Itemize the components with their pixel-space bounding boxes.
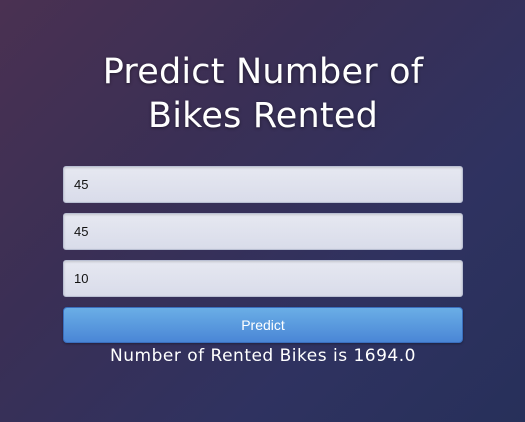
prediction-result: Number of Rented Bikes is 1694.0 — [110, 346, 416, 366]
prediction-form: Predict — [63, 166, 463, 343]
page-title: Predict Number of Bikes Rented — [102, 52, 424, 136]
predict-button[interactable]: Predict — [63, 307, 463, 343]
input-field-1[interactable] — [63, 166, 463, 203]
input-field-2[interactable] — [63, 213, 463, 250]
prediction-panel: Predict Number of Bikes Rented Predict N… — [63, 50, 463, 367]
input-field-3[interactable] — [63, 260, 463, 297]
